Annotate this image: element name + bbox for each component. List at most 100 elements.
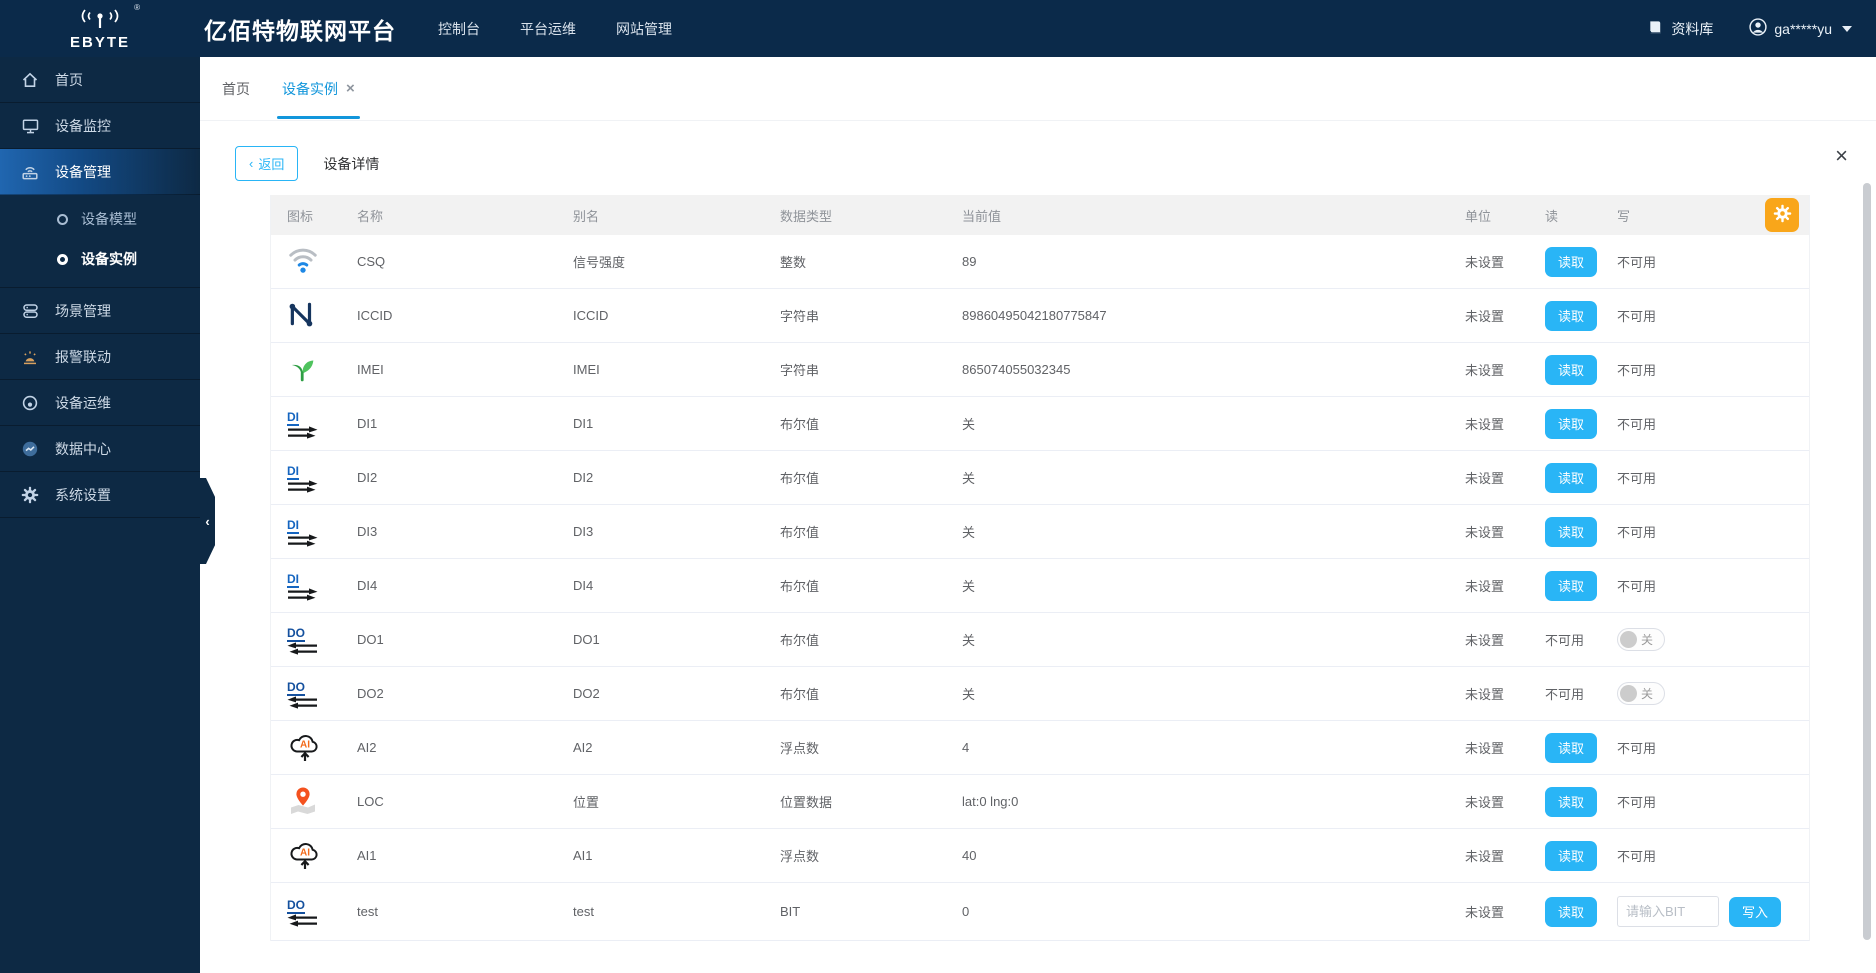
cell-name: DI4 xyxy=(357,578,378,593)
cell-name: CSQ xyxy=(357,254,386,269)
do-icon: DO xyxy=(287,625,318,655)
svg-text:AI: AI xyxy=(300,740,310,751)
sidebar-subitem-device-instance[interactable]: 设备实例 xyxy=(0,239,200,279)
monitor-icon xyxy=(20,117,40,135)
sidebar-item-alarm-linkage[interactable]: 报警联动 xyxy=(0,334,200,380)
tab-device-instance[interactable]: 设备实例 × xyxy=(277,57,360,120)
write-value-input[interactable] xyxy=(1617,896,1719,927)
read-button[interactable]: 读取 xyxy=(1545,516,1598,547)
cell-write: 写入 xyxy=(1601,896,1809,927)
library-link[interactable]: 资料库 xyxy=(1647,19,1713,39)
ebyte-logo: EBYTE ® xyxy=(0,3,200,50)
tab-label: 设备实例 xyxy=(282,80,338,97)
radio-circle-icon xyxy=(57,253,68,265)
do-icon: DO xyxy=(287,897,318,927)
sidebar-item-scene-management[interactable]: 场景管理 xyxy=(0,288,200,334)
cell-name: DI3 xyxy=(357,524,378,539)
cell-value: 关 xyxy=(962,579,976,594)
sidebar-item-label: 数据中心 xyxy=(55,440,111,457)
cell-read: 读取 xyxy=(1529,896,1601,927)
column-header-alias: 别名 xyxy=(573,208,600,224)
ai-icon: AI xyxy=(287,836,323,875)
table-row: AI AI1 AI1 浮点数 40 未设置 读取 不可用 xyxy=(271,829,1809,883)
table-row: LOC 位置 位置数据 lat:0 lng:0 未设置 读取 不可用 xyxy=(271,775,1809,829)
cell-name: IMEI xyxy=(357,362,384,377)
read-button[interactable]: 读取 xyxy=(1545,300,1598,331)
cell-write: 不可用 xyxy=(1601,252,1809,271)
cell-name: AI1 xyxy=(357,848,377,863)
nav-menu-site-management[interactable]: 网站管理 xyxy=(616,19,672,39)
cell-unit: 未设置 xyxy=(1465,905,1505,920)
tab-home[interactable]: 首页 xyxy=(222,57,250,120)
read-button[interactable]: 读取 xyxy=(1545,732,1598,763)
sidebar-subitem-device-model[interactable]: 设备模型 xyxy=(0,199,200,239)
write-unavailable-label: 不可用 xyxy=(1617,795,1657,810)
table-row: DI DI1 DI1 布尔值 关 未设置 读取 不可用 xyxy=(271,397,1809,451)
sidebar-item-label: 系统设置 xyxy=(55,486,111,503)
di-icon: DI xyxy=(287,517,318,547)
gear-icon xyxy=(20,486,40,504)
user-avatar-icon xyxy=(1749,18,1768,39)
sidebar-subitem-label: 设备实例 xyxy=(81,251,137,267)
read-button[interactable]: 读取 xyxy=(1545,354,1598,385)
cell-unit: 未设置 xyxy=(1465,363,1505,378)
cell-read: 读取 xyxy=(1529,300,1601,331)
cell-name: DO1 xyxy=(357,632,384,647)
close-icon[interactable]: × xyxy=(1835,145,1848,167)
cell-name: DI1 xyxy=(357,416,378,431)
cell-name: test xyxy=(357,904,378,919)
read-button[interactable]: 读取 xyxy=(1545,570,1598,601)
toggle-knob-icon xyxy=(1620,685,1637,702)
read-button[interactable]: 读取 xyxy=(1545,896,1598,927)
cell-read: 读取 xyxy=(1529,570,1601,601)
router-icon xyxy=(20,163,40,181)
cell-read: 读取 xyxy=(1529,354,1601,385)
user-menu[interactable]: ga*****yu xyxy=(1749,18,1852,39)
table-row: DO DO2 DO2 布尔值 关 未设置 不可用 关 xyxy=(271,667,1809,721)
sidebar-item-device-management[interactable]: 设备管理 xyxy=(0,149,200,195)
cell-unit: 未设置 xyxy=(1465,471,1505,486)
cell-write: 关 xyxy=(1601,628,1809,651)
sidebar-item-label: 报警联动 xyxy=(55,348,111,365)
device-properties-table: 图标 名称 别名 数据类型 当前值 单位读写 CSQ 信号强度 整数 89 未设置 读取 不可用 ICC… xyxy=(270,195,1810,941)
column-header-unit: 单位 xyxy=(1465,208,1492,224)
cell-write: 不可用 xyxy=(1601,738,1809,757)
cell-read: 读取 xyxy=(1529,246,1601,277)
table-row: DI DI3 DI3 布尔值 关 未设置 读取 不可用 xyxy=(271,505,1809,559)
read-button[interactable]: 读取 xyxy=(1545,462,1598,493)
sidebar-item-system-settings[interactable]: 系统设置 xyxy=(0,472,200,518)
cell-alias: DI3 xyxy=(573,524,594,539)
layers-icon xyxy=(20,302,40,320)
tab-close-icon[interactable]: × xyxy=(346,81,355,96)
read-button[interactable]: 读取 xyxy=(1545,246,1598,277)
sidebar-item-device-monitor[interactable]: 设备监控 xyxy=(0,103,200,149)
back-button[interactable]: ‹ 返回 xyxy=(235,146,299,181)
column-settings-button[interactable] xyxy=(1765,198,1799,232)
cell-type: 位置数据 xyxy=(780,795,833,810)
back-button-label: 返回 xyxy=(258,157,285,172)
column-header-read: 读 xyxy=(1545,208,1559,224)
vertical-scrollbar[interactable] xyxy=(1863,183,1871,940)
nav-menu-console[interactable]: 控制台 xyxy=(438,19,480,39)
cell-value: 89 xyxy=(962,254,977,269)
write-button[interactable]: 写入 xyxy=(1729,896,1782,927)
cell-type: 字符串 xyxy=(780,309,820,324)
write-unavailable-label: 不可用 xyxy=(1617,741,1657,756)
write-unavailable-label: 不可用 xyxy=(1617,417,1657,432)
cell-value: 4 xyxy=(962,740,970,755)
write-toggle[interactable]: 关 xyxy=(1617,682,1665,705)
read-button[interactable]: 读取 xyxy=(1545,840,1598,871)
read-button[interactable]: 读取 xyxy=(1545,408,1598,439)
nav-menu-platform-ops[interactable]: 平台运维 xyxy=(520,19,576,39)
write-toggle[interactable]: 关 xyxy=(1617,628,1665,651)
sidebar: 首页 设备监控 设备管理 设备模型设备实例场景管理报警联动设备运维数据中心系统设置 xyxy=(0,57,200,973)
cell-alias: DI1 xyxy=(573,416,594,431)
cell-alias: IMEI xyxy=(573,362,600,377)
read-button[interactable]: 读取 xyxy=(1545,786,1598,817)
sidebar-item-data-center[interactable]: 数据中心 xyxy=(0,426,200,472)
sidebar-item-device-ops[interactable]: 设备运维 xyxy=(0,380,200,426)
sidebar-item-home[interactable]: 首页 xyxy=(0,57,200,103)
ai-icon: AI xyxy=(287,728,323,767)
cell-alias: AI1 xyxy=(573,848,593,863)
toggle-knob-icon xyxy=(1620,631,1637,648)
